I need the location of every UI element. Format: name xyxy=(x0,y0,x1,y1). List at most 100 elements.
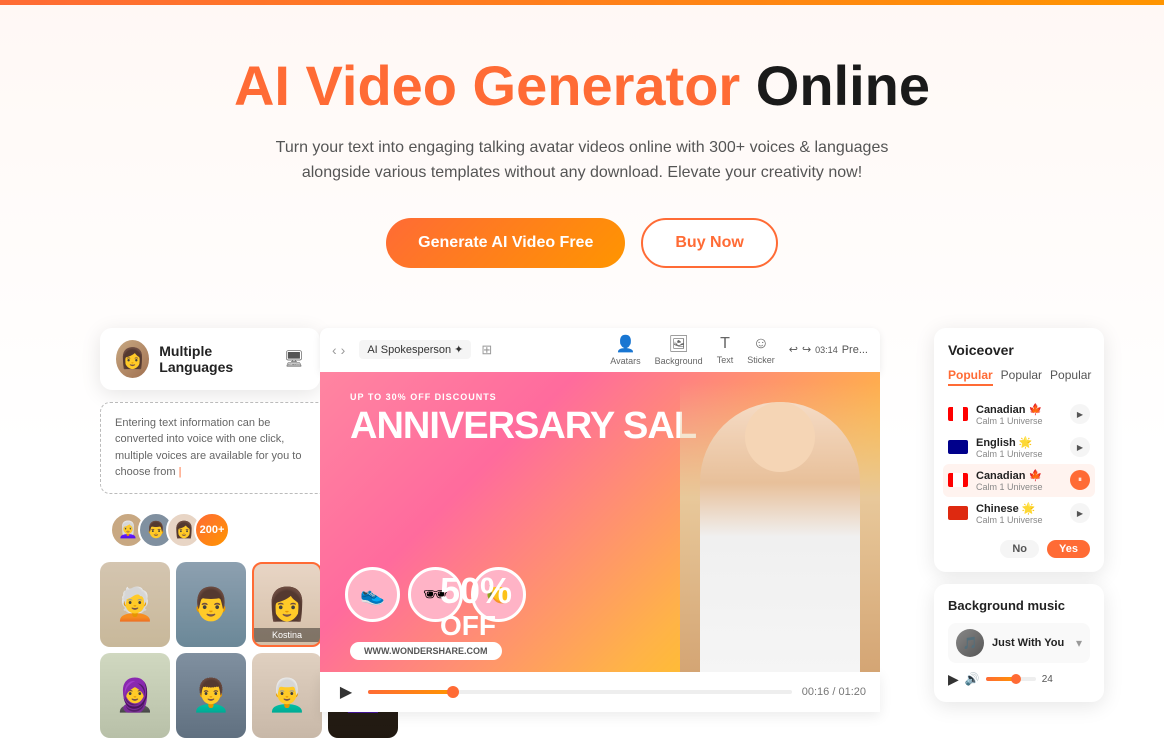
avatar-grid-item-5[interactable]: 🧕 xyxy=(100,653,170,738)
background-label: Background xyxy=(655,356,703,366)
voice-sub-4: Calm 1 Universe xyxy=(976,515,1062,525)
text-tab[interactable]: T Text xyxy=(717,335,734,365)
bg-music-card: Background music 🎵 Just With You ▾ ▶ 🔊 2… xyxy=(934,584,1104,702)
voiceover-tab-2[interactable]: Popular xyxy=(1001,368,1042,386)
video-discount-text: UP TO 30% OFF DISCOUNTS xyxy=(350,392,497,402)
avatar-grid-item-7[interactable]: 👨‍🦳 xyxy=(252,653,322,738)
music-play-button[interactable]: ▶ xyxy=(948,671,959,688)
text-input-card: Entering text information can be convert… xyxy=(100,402,330,494)
voice-info-4: Chinese 🌟 Calm 1 Universe xyxy=(976,502,1062,525)
buy-now-button[interactable]: Buy Now xyxy=(641,218,777,268)
avatar-grid-item-2[interactable]: 👨 xyxy=(176,562,246,647)
voice-item-1: Canadian 🍁 Calm 1 Universe ▶ xyxy=(948,398,1090,431)
video-off: OFF xyxy=(440,610,496,642)
flag-ca-1 xyxy=(948,407,968,421)
voice-info-1: Canadian 🍁 Calm 1 Universe xyxy=(976,403,1062,426)
voiceover-tab-3[interactable]: Popular xyxy=(1050,368,1091,386)
hero-title-black: Online xyxy=(756,54,930,117)
voice-item-4: Chinese 🌟 Calm 1 Universe ▶ xyxy=(948,497,1090,530)
volume-icon: 🔊 xyxy=(965,672,980,686)
voice-info-2: English 🌟 Calm 1 Universe xyxy=(976,436,1062,459)
right-panel: Voiceover Popular Popular Popular Canadi… xyxy=(934,328,1104,702)
hero-title: AI Video Generator Online xyxy=(20,55,1144,117)
music-controls: ▶ 🔊 24 xyxy=(948,671,1090,688)
hero-section: AI Video Generator Online Turn your text… xyxy=(0,5,1164,328)
avatars-tab[interactable]: 👤 Avatars xyxy=(610,334,640,366)
background-tab[interactable]: 🖼 Background xyxy=(655,334,703,366)
music-name: Just With You xyxy=(992,637,1068,649)
product-circle-1: 👟 xyxy=(345,567,400,622)
voice-sub-1: Calm 1 Universe xyxy=(976,416,1062,426)
yn-row: No Yes xyxy=(948,540,1090,558)
person-head xyxy=(745,402,815,472)
voice-name-2: English 🌟 xyxy=(976,436,1062,449)
toolbar-actions: ↩ ↪ 03:14 Pre... xyxy=(789,343,868,356)
voice-sub-2: Calm 1 Universe xyxy=(976,449,1062,459)
sticker-label: Sticker xyxy=(747,355,775,365)
hero-subtitle: Turn your text into engaging talking ava… xyxy=(252,135,912,186)
monitor-icon: 🖥 xyxy=(284,349,304,369)
voice-name-1: Canadian 🍁 xyxy=(976,403,1062,416)
video-controls: ▶ 00:16 / 01:20 xyxy=(320,672,880,712)
time-display: 00:16 / 01:20 xyxy=(802,686,866,698)
progress-fill xyxy=(368,690,453,694)
language-card: 👩 Multiple Languages 🖥 xyxy=(100,328,320,390)
progress-bar[interactable] xyxy=(368,690,792,694)
voice-item-2: English 🌟 Calm 1 Universe ▶ xyxy=(948,431,1090,464)
undo-icon[interactable]: ↩ xyxy=(789,343,798,356)
video-percent: 50% xyxy=(440,570,512,612)
preview-label: Pre... xyxy=(842,344,868,356)
ai-spokesperson-tag: AI Spokesperson ✦ xyxy=(359,340,471,359)
flag-cn xyxy=(948,506,968,520)
play-button[interactable]: ▶ xyxy=(334,680,358,704)
editor-toolbar: ‹ › AI Spokesperson ✦ ⊞ 👤 Avatars 🖼 Back… xyxy=(320,328,880,372)
language-label: Multiple Languages xyxy=(159,343,273,375)
volume-number: 24 xyxy=(1042,674,1053,685)
bg-music-title: Background music xyxy=(948,598,1090,613)
timestamp: 03:14 xyxy=(815,345,838,355)
voice-sub-3: Calm 1 Universe xyxy=(976,482,1062,492)
forward-icon[interactable]: › xyxy=(341,342,346,358)
voice-play-4[interactable]: ▶ xyxy=(1070,503,1090,523)
center-panel: ‹ › AI Spokesperson ✦ ⊞ 👤 Avatars 🖼 Back… xyxy=(320,328,880,712)
avatar-grid-item-6[interactable]: 👨‍🦱 xyxy=(176,653,246,738)
back-icon[interactable]: ‹ xyxy=(332,342,337,358)
voiceover-card: Voiceover Popular Popular Popular Canadi… xyxy=(934,328,1104,572)
redo-icon[interactable]: ↪ xyxy=(802,343,811,356)
voice-name-4: Chinese 🌟 xyxy=(976,502,1062,515)
video-canvas: UP TO 30% OFF DISCOUNTS ANNIVERSARY SAL … xyxy=(320,372,880,672)
voice-name-3: Canadian 🍁 xyxy=(976,469,1062,482)
avatar-count: 200+ xyxy=(194,512,230,548)
avatar-grid-item-3[interactable]: 👩 Kostina xyxy=(252,562,322,647)
generate-video-button[interactable]: Generate AI Video Free xyxy=(386,218,625,268)
text-card-content: Entering text information can be convert… xyxy=(115,417,301,479)
voice-info-3: Canadian 🍁 Calm 1 Universe xyxy=(976,469,1062,492)
chevron-down-icon[interactable]: ▾ xyxy=(1076,636,1082,650)
voice-play-1[interactable]: ▶ xyxy=(1070,404,1090,424)
avatar-grid-item-1[interactable]: 🧑‍🦳 xyxy=(100,562,170,647)
video-person xyxy=(680,382,880,672)
language-avatar: 👩 xyxy=(116,340,149,378)
voiceover-title: Voiceover xyxy=(948,342,1090,358)
voiceover-tabs: Popular Popular Popular xyxy=(948,368,1090,386)
music-icon: 🎵 xyxy=(956,629,984,657)
video-sale-text: ANNIVERSARY SAL xyxy=(350,407,696,445)
voice-play-2[interactable]: ▶ xyxy=(1070,437,1090,457)
progress-thumb xyxy=(447,686,459,698)
hero-buttons: Generate AI Video Free Buy Now xyxy=(20,218,1144,268)
avatars-label: Avatars xyxy=(610,356,640,366)
person-silhouette xyxy=(700,402,860,672)
avatar-label-3: Kostina xyxy=(254,628,320,642)
yes-button[interactable]: Yes xyxy=(1047,540,1090,558)
voice-play-3[interactable]: ⏸ xyxy=(1070,470,1090,490)
toolbar-icons: 👤 Avatars 🖼 Background T Text ☺ Sticker … xyxy=(610,334,868,366)
sticker-tab[interactable]: ☺ Sticker xyxy=(747,335,775,365)
no-button[interactable]: No xyxy=(1000,540,1039,558)
tag-icon: ⊞ xyxy=(481,342,492,358)
toolbar-nav: ‹ › xyxy=(332,342,345,358)
text-icon: T xyxy=(720,335,730,353)
volume-bar[interactable] xyxy=(986,677,1036,681)
hero-title-orange: AI Video Generator xyxy=(234,54,740,117)
avatars-icon: 👤 xyxy=(616,334,636,354)
voiceover-tab-1[interactable]: Popular xyxy=(948,368,993,386)
